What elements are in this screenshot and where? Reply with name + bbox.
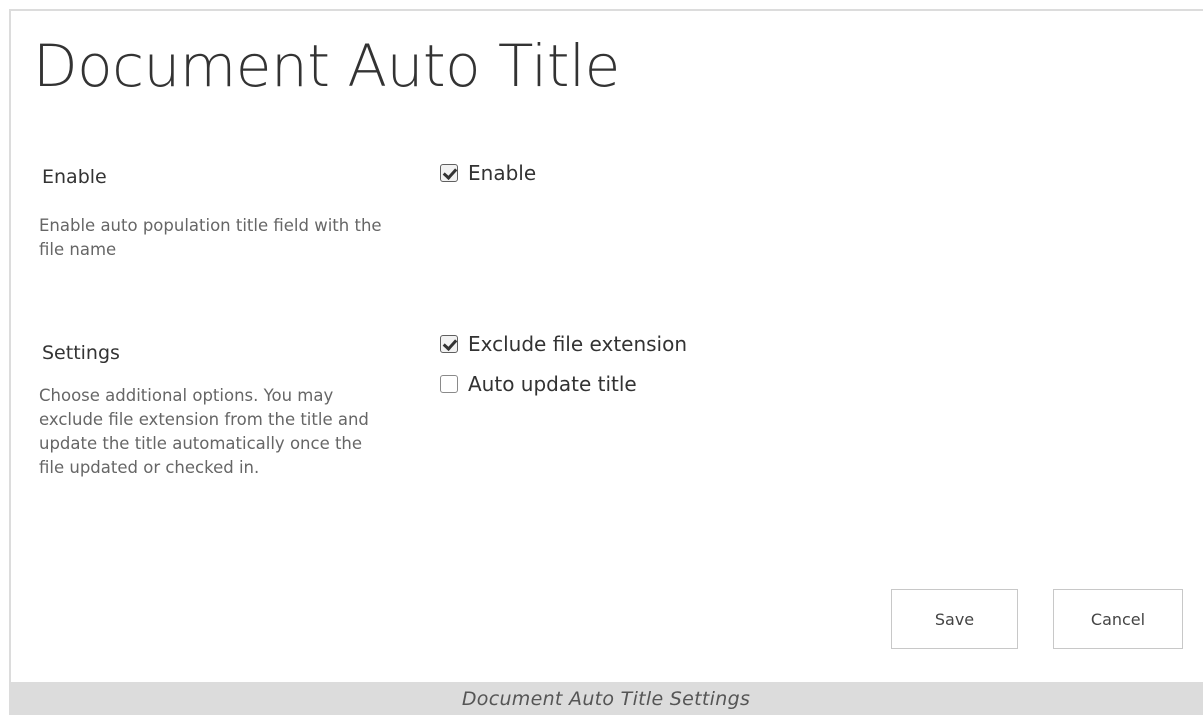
cancel-button[interactable]: Cancel (1053, 589, 1183, 649)
section-title-enable: Enable (42, 166, 107, 188)
exclude-file-extension-label[interactable]: Exclude file extension (468, 332, 687, 356)
figure-caption: Document Auto Title Settings (461, 687, 751, 710)
save-button[interactable]: Save (891, 589, 1018, 649)
checkbox-checked-icon[interactable] (440, 164, 458, 182)
checkbox-checked-icon[interactable] (440, 335, 458, 353)
auto-update-title-option[interactable]: Auto update title (440, 372, 637, 396)
caption-bar: Document Auto Title Settings (9, 682, 1203, 715)
exclude-file-extension-option[interactable]: Exclude file extension (440, 332, 687, 356)
section-description-settings: Choose additional options. You may exclu… (39, 386, 369, 477)
enable-checkbox-label[interactable]: Enable (468, 161, 536, 185)
page-title: Document Auto Title (33, 32, 620, 100)
enable-checkbox-option[interactable]: Enable (440, 161, 536, 185)
checkbox-unchecked-icon[interactable] (440, 375, 458, 393)
section-description-enable: Enable auto population title field with … (39, 216, 382, 259)
section-title-settings: Settings (42, 342, 120, 364)
settings-panel: Document Auto Title Enable Enable auto p… (9, 9, 1203, 684)
auto-update-title-label[interactable]: Auto update title (468, 372, 637, 396)
